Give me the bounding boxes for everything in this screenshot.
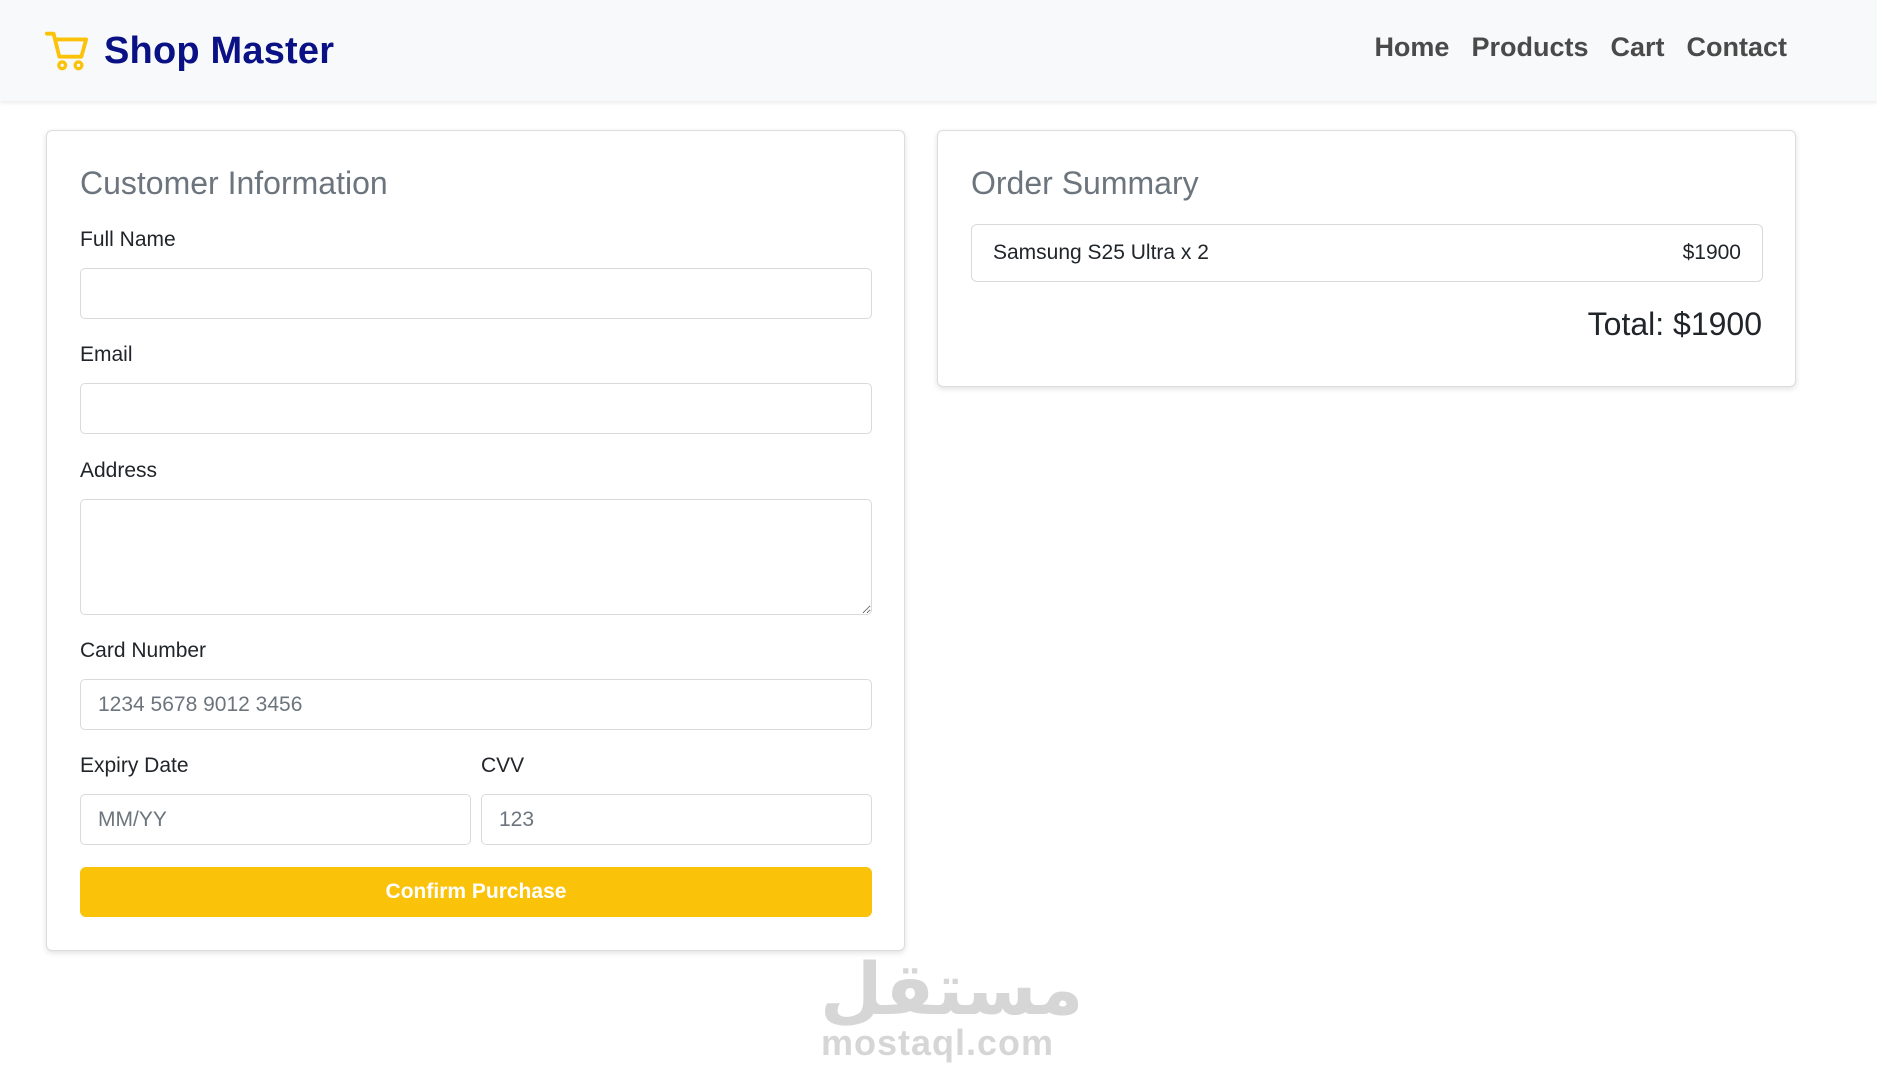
main-nav: Home Products Cart Contact [1374, 32, 1787, 63]
watermark-latin-text: mostaql.com [820, 1022, 1055, 1063]
card-number-input[interactable] [80, 679, 872, 730]
nav-contact-link[interactable]: Contact [1687, 32, 1788, 63]
order-item-name: Samsung S25 Ultra x 2 [993, 241, 1209, 264]
shopping-cart-icon [44, 26, 90, 77]
brand-name: Shop Master [104, 30, 335, 72]
expiry-date-input[interactable] [80, 794, 471, 845]
full-name-input[interactable] [80, 268, 872, 319]
card-number-label: Card Number [80, 639, 207, 662]
nav-home-link[interactable]: Home [1374, 32, 1449, 63]
order-item-price: $1900 [1682, 241, 1741, 264]
watermark-arabic-text: مستقل [820, 947, 1084, 1031]
navbar: Shop Master Home Products Cart Contact [0, 0, 1877, 101]
address-label: Address [80, 459, 158, 482]
full-name-label: Full Name [80, 228, 176, 251]
order-summary-card: Order Summary Samsung S25 Ultra x 2 $190… [937, 130, 1796, 387]
order-item: Samsung S25 Ultra x 2 $1900 [971, 224, 1763, 282]
email-input[interactable] [80, 383, 872, 434]
customer-information-card: Customer Information Full Name Email Add… [46, 130, 905, 951]
email-label: Email [80, 343, 133, 366]
address-textarea[interactable] [80, 499, 872, 615]
mostaql-watermark: مستقل mostaql.com [820, 947, 1084, 1063]
order-total: Total: $1900 [1587, 306, 1762, 342]
order-summary-title: Order Summary [971, 165, 1199, 201]
cvv-input[interactable] [481, 794, 872, 845]
nav-cart-link[interactable]: Cart [1610, 32, 1664, 63]
confirm-purchase-button[interactable]: Confirm Purchase [80, 867, 872, 917]
customer-information-title: Customer Information [80, 165, 388, 201]
brand-logo-link[interactable]: Shop Master [44, 26, 334, 77]
expiry-date-label: Expiry Date [80, 754, 189, 777]
nav-products-link[interactable]: Products [1471, 32, 1588, 63]
cvv-label: CVV [481, 754, 525, 777]
